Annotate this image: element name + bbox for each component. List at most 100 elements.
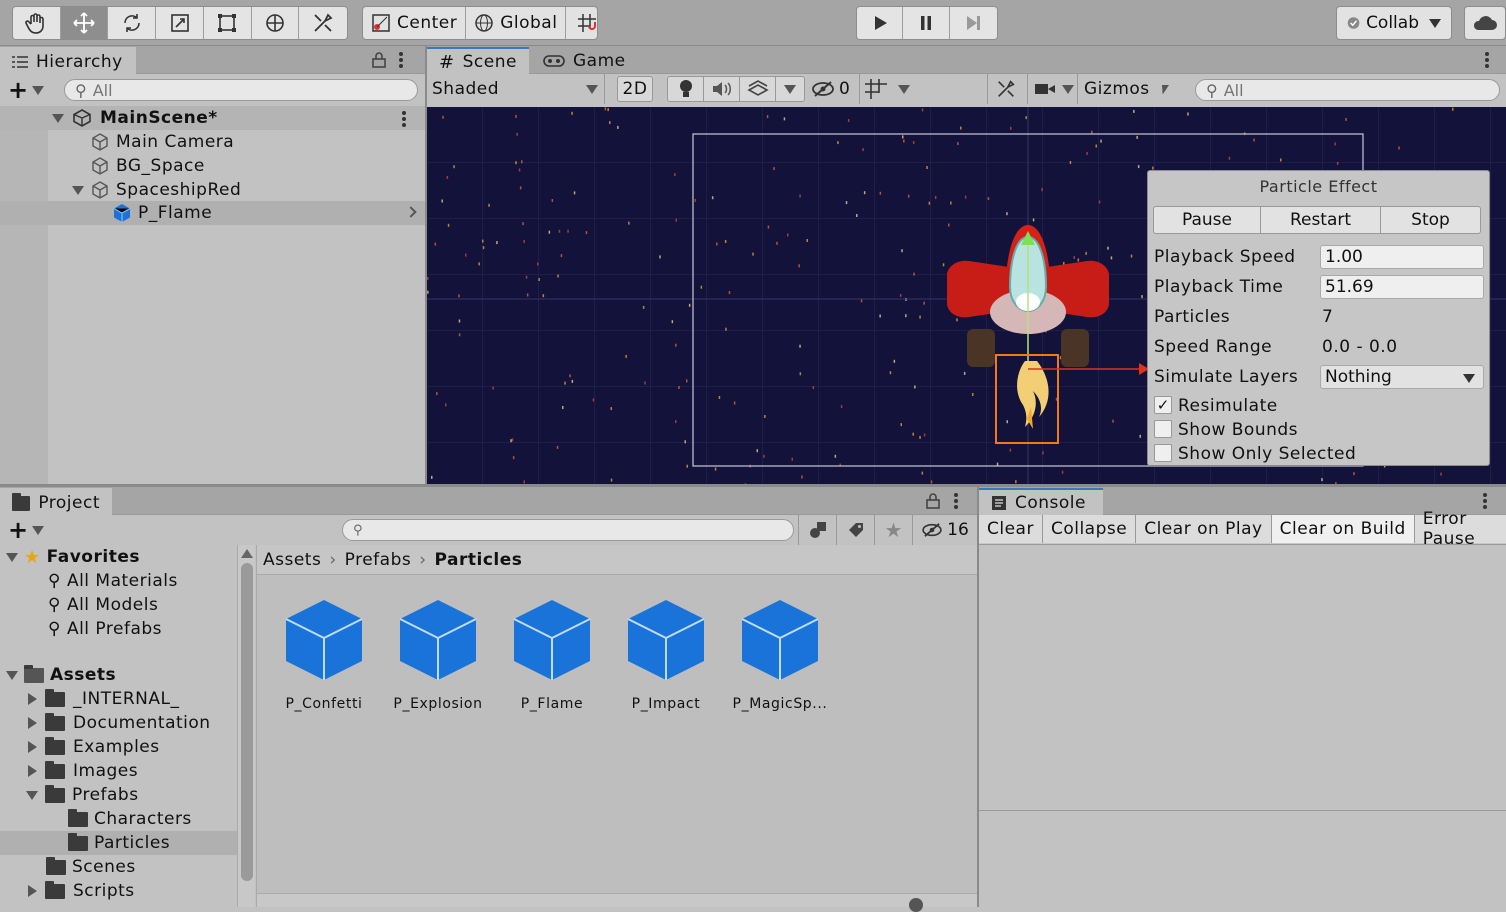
tree-scrollbar-thumb[interactable] — [241, 563, 253, 881]
scene-root-item[interactable]: MainScene* — [52, 106, 218, 130]
collab-dropdown[interactable]: Collab — [1336, 6, 1452, 40]
scene-search-field[interactable] — [1223, 80, 1459, 100]
filter-by-type-button[interactable] — [798, 515, 836, 545]
hierarchy-search-input[interactable]: ⚲ — [64, 79, 418, 101]
console-detail-area[interactable] — [979, 812, 1506, 907]
console-clear-on-build-button[interactable]: Clear on Build — [1271, 515, 1415, 543]
favorite-all-prefabs[interactable]: ⚲ All Prefabs — [48, 617, 162, 641]
assets-foldout[interactable]: Assets — [6, 663, 116, 687]
folder-particles[interactable]: Particles — [68, 831, 170, 855]
hierarchy-item-bg-space[interactable]: BG_Space — [90, 154, 205, 178]
console-log-list[interactable] — [979, 545, 1506, 811]
toggle-2d-button[interactable]: 2D — [617, 76, 653, 102]
foldout-arrow-icon[interactable] — [52, 113, 64, 123]
pause-particle-button[interactable]: Pause — [1154, 207, 1261, 233]
hand-tool-icon[interactable] — [13, 7, 61, 39]
foldout-arrow-icon[interactable] — [28, 765, 37, 777]
lock-icon[interactable] — [372, 52, 386, 68]
foldout-arrow-icon[interactable] — [26, 790, 38, 800]
hidden-objects-toggle[interactable]: 0 — [811, 74, 850, 104]
simulate-layers-dropdown[interactable]: Nothing — [1320, 365, 1484, 389]
hierarchy-search-field[interactable] — [92, 80, 367, 100]
show-bounds-checkbox[interactable] — [1154, 420, 1172, 438]
hidden-packages-toggle[interactable]: 16 — [912, 515, 977, 545]
tab-hierarchy[interactable]: Hierarchy — [0, 47, 136, 75]
foldout-arrow-icon[interactable] — [6, 670, 18, 680]
step-button[interactable] — [949, 7, 997, 39]
effects-toggle[interactable] — [740, 77, 776, 101]
asset-p-flame[interactable]: P_Flame — [497, 598, 607, 712]
breadcrumb-prefabs[interactable]: Prefabs — [345, 550, 412, 570]
project-search-field[interactable] — [368, 520, 721, 540]
scene-menu-icon[interactable] — [402, 111, 406, 127]
size-slider-handle[interactable] — [909, 898, 923, 912]
playback-speed-field[interactable]: 1.00 — [1320, 245, 1484, 269]
pivot-global-button[interactable]: Global — [466, 7, 567, 39]
console-clear-on-play-button[interactable]: Clear on Play — [1136, 515, 1272, 543]
grid-toggle[interactable] — [859, 74, 910, 104]
console-collapse-button[interactable]: Collapse — [1042, 515, 1137, 543]
kebab-menu-icon[interactable] — [399, 52, 403, 68]
scale-tool-icon[interactable] — [156, 7, 204, 39]
asset-p-explosion[interactable]: P_Explosion — [383, 598, 493, 712]
hierarchy-item-spaceshipred[interactable]: SpaceshipRed — [72, 178, 241, 202]
gizmos-dropdown[interactable]: Gizmos — [1077, 74, 1169, 104]
effects-dropdown[interactable] — [776, 77, 804, 101]
foldout-arrow-icon[interactable] — [6, 552, 18, 562]
play-button[interactable] — [857, 7, 904, 39]
tab-scene[interactable]: # Scene — [427, 47, 529, 75]
asset-p-confetti[interactable]: P_Confetti — [269, 598, 379, 712]
create-asset-dropdown[interactable]: + — [8, 518, 45, 542]
foldout-arrow-icon[interactable] — [72, 185, 84, 195]
pause-button[interactable] — [903, 7, 950, 39]
cloud-button[interactable] — [1464, 6, 1506, 40]
folder-examples[interactable]: Examples — [28, 735, 160, 759]
favorites-foldout[interactable]: ★ Favorites — [6, 545, 140, 569]
create-dropdown[interactable]: + — [8, 78, 45, 102]
playback-time-field[interactable]: 51.69 — [1320, 275, 1484, 299]
console-clear-button[interactable]: Clear — [979, 515, 1043, 543]
asset-p-magicsp[interactable]: P_MagicSp... — [725, 598, 835, 712]
folder-scenes[interactable]: Scenes — [46, 855, 136, 879]
folder-prefabs[interactable]: Prefabs — [26, 783, 139, 807]
folder-scripts[interactable]: Scripts — [28, 879, 135, 903]
kebab-menu-icon[interactable] — [1485, 52, 1489, 68]
folder-characters[interactable]: Characters — [68, 807, 192, 831]
asset-p-impact[interactable]: P_Impact — [611, 598, 721, 712]
breadcrumb-particles[interactable]: Particles — [435, 550, 523, 570]
hierarchy-item-main-camera[interactable]: Main Camera — [90, 130, 234, 154]
favorite-all-materials[interactable]: ⚲ All Materials — [48, 569, 178, 593]
project-search-input[interactable]: ⚲ — [342, 519, 794, 541]
transform-tool-icon[interactable] — [251, 7, 300, 39]
shading-mode-dropdown[interactable]: Shaded — [427, 74, 605, 104]
audio-toggle[interactable] — [704, 77, 740, 101]
custom-tool-icon[interactable] — [299, 7, 347, 39]
snap-grid-button[interactable] — [566, 7, 597, 39]
tab-game[interactable]: Game — [531, 47, 638, 75]
lock-icon[interactable] — [926, 493, 940, 509]
kebab-menu-icon[interactable] — [1483, 493, 1487, 509]
filter-by-label-button[interactable] — [836, 515, 874, 545]
scene-search-input[interactable]: ⚲ — [1195, 79, 1500, 101]
folder-images[interactable]: Images — [28, 759, 138, 783]
kebab-menu-icon[interactable] — [954, 493, 958, 509]
show-only-selected-checkbox[interactable] — [1154, 444, 1172, 462]
save-search-button[interactable]: ★ — [874, 515, 912, 545]
rotate-tool-icon[interactable] — [108, 7, 157, 39]
foldout-arrow-icon[interactable] — [28, 693, 37, 705]
camera-settings-dropdown[interactable] — [1027, 74, 1074, 104]
stop-particle-button[interactable]: Stop — [1381, 207, 1480, 233]
tab-console[interactable]: Console — [979, 488, 1103, 516]
favorite-all-models[interactable]: ⚲ All Models — [48, 593, 158, 617]
console-error-pause-button[interactable]: Error Pause — [1414, 509, 1506, 549]
pivot-center-button[interactable]: Center — [363, 7, 467, 39]
move-tool-icon[interactable] — [60, 7, 109, 39]
restart-particle-button[interactable]: Restart — [1261, 207, 1381, 233]
tab-project[interactable]: Project — [0, 488, 112, 516]
resimulate-checkbox[interactable]: ✓ — [1154, 396, 1172, 414]
rect-tool-icon[interactable] — [203, 7, 252, 39]
foldout-arrow-icon[interactable] — [28, 741, 37, 753]
hierarchy-item-p-flame[interactable]: P_Flame — [112, 201, 212, 225]
tree-scrollbar[interactable] — [237, 545, 255, 907]
scroll-up-icon[interactable] — [241, 549, 253, 558]
